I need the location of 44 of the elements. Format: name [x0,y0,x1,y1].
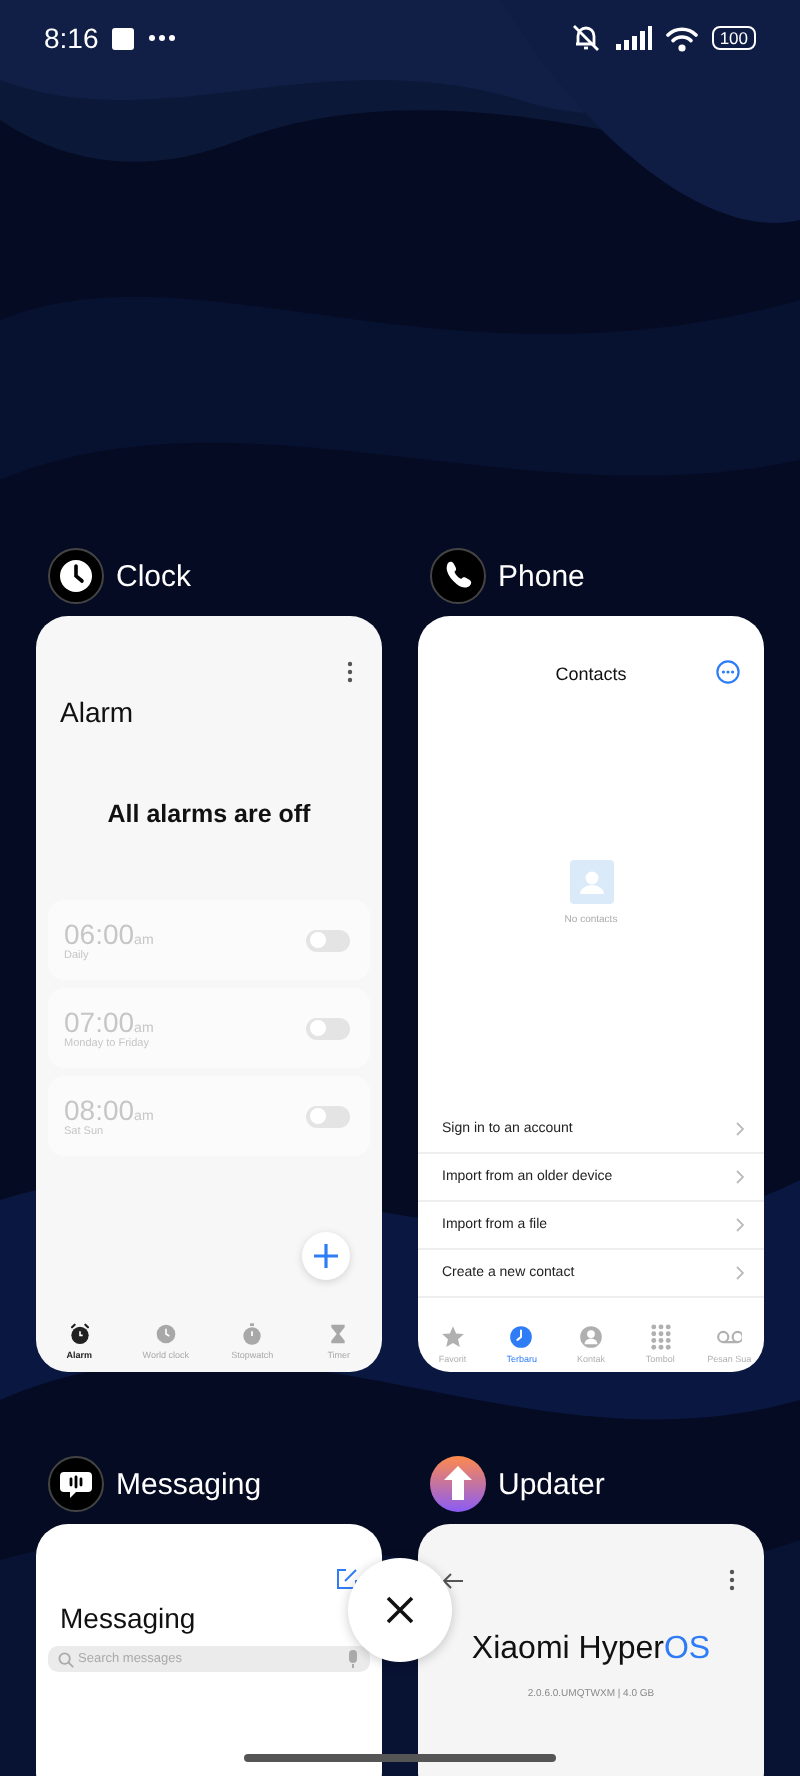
app-name: Clock [116,559,192,593]
more-options-icon[interactable] [728,1568,736,1592]
clock-icon [153,1322,178,1346]
contact-placeholder-icon [569,860,613,904]
wifi-icon [665,25,698,51]
app-name: Messaging [116,1467,262,1501]
brand-title: Xiaomi HyperOS [469,1630,713,1668]
toggle-switch[interactable] [306,929,350,951]
toggle-switch[interactable] [306,1017,350,1039]
status-time: 8:16 [44,22,99,54]
person-icon [577,1324,604,1350]
alarm-clock-icon [67,1322,92,1346]
muted-bell-icon [569,24,602,52]
phone-handset-icon[interactable] [430,548,486,604]
more-options-icon[interactable] [346,660,354,684]
star-icon [439,1324,466,1350]
hourglass-icon [326,1322,351,1346]
microphone-icon [348,1650,358,1668]
more-options-icon[interactable] [716,660,740,684]
app-name: Updater [498,1467,605,1501]
add-button[interactable] [302,1232,350,1280]
clock-icon[interactable] [48,548,104,604]
screen-title: Messaging [58,1600,198,1634]
signal-icon [615,26,652,50]
back-arrow-icon[interactable] [442,1571,464,1589]
chevron-icon [736,1122,744,1136]
close-icon [386,1596,414,1624]
screen-title: Alarm [58,694,136,728]
stopwatch-icon [240,1322,265,1346]
chat-bubble-icon[interactable] [48,1456,104,1512]
more-icon [148,34,177,42]
empty-message: All alarms are off [105,798,313,828]
chevron-icon [736,1266,744,1280]
toggle-switch[interactable] [306,1105,350,1127]
notification-icon [112,27,135,49]
dialpad-icon [647,1324,674,1350]
compose-icon[interactable] [336,1568,358,1590]
screen-title: Contacts [555,664,627,684]
clock-icon [508,1324,535,1350]
chevron-icon [736,1170,744,1184]
app-name: Phone [498,559,585,593]
plus-icon [314,1244,338,1268]
chevron-icon [736,1218,744,1232]
battery-indicator: 100 [711,26,756,50]
